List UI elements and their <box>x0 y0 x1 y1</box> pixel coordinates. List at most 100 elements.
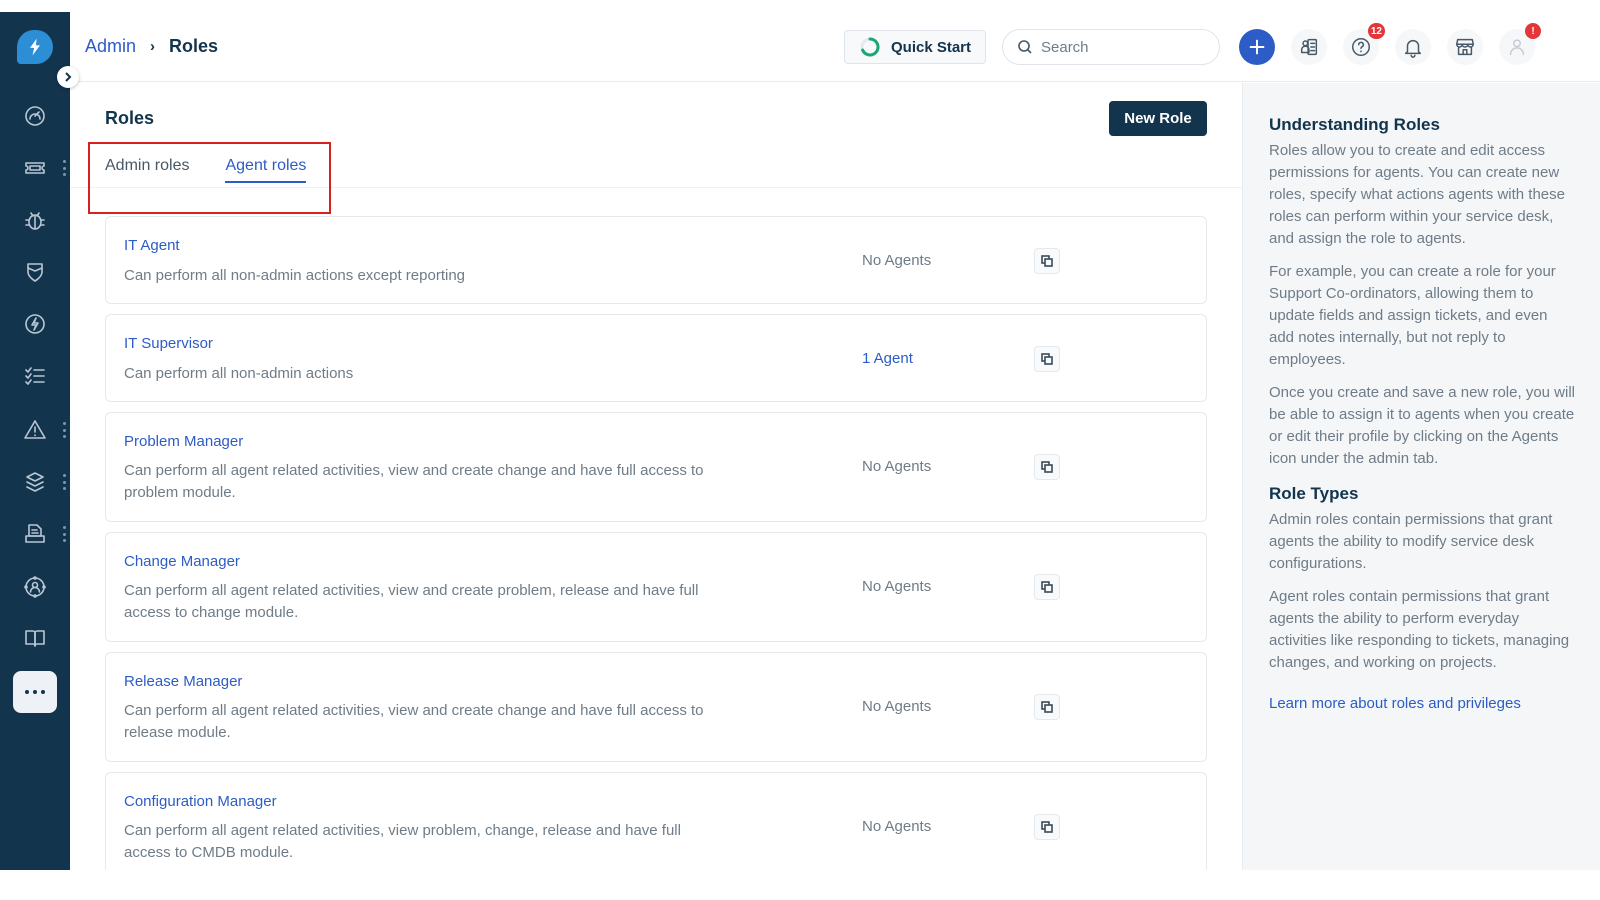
copy-icon <box>1041 821 1053 833</box>
more-apps-button[interactable] <box>13 671 57 713</box>
quick-start-button[interactable]: Quick Start <box>844 30 986 64</box>
sidebar-item-tickets[interactable] <box>0 148 70 188</box>
sidebar-item-people[interactable] <box>0 567 70 607</box>
more-options-icon[interactable] <box>63 160 66 176</box>
tab-agent-roles[interactable]: Agent roles <box>225 157 307 183</box>
role-card: IT Agent Can perform all non-admin actio… <box>105 216 1207 304</box>
dashboard-icon <box>25 106 45 126</box>
roles-main: Roles New Role Admin roles Agent roles I… <box>70 83 1242 870</box>
bell-icon <box>1404 39 1422 58</box>
sidebar-item-assets[interactable] <box>0 462 70 502</box>
contact-list-icon <box>1300 38 1318 56</box>
profile-avatar[interactable]: ! <box>1499 23 1541 65</box>
role-name-link[interactable]: Release Manager <box>124 673 242 690</box>
problems-icon <box>25 212 45 230</box>
role-description: Can perform all agent related activities… <box>124 462 704 501</box>
role-name-link[interactable]: Problem Manager <box>124 433 243 450</box>
clone-role-button[interactable] <box>1034 814 1060 840</box>
copy-icon <box>1041 461 1053 473</box>
quick-start-label: Quick Start <box>890 38 972 56</box>
role-card: Problem Manager Can perform all agent re… <box>105 412 1207 522</box>
search-input[interactable] <box>1041 38 1201 56</box>
user-icon <box>1509 39 1525 56</box>
learn-more-link[interactable]: Learn more about roles and privileges <box>1269 695 1521 712</box>
breadcrumb-admin-link[interactable]: Admin <box>85 36 136 57</box>
more-options-icon[interactable] <box>63 526 66 542</box>
help-notification-badge: 12 <box>1367 23 1385 39</box>
clone-role-button[interactable] <box>1034 694 1060 720</box>
marketplace-button[interactable] <box>1447 29 1483 65</box>
store-icon <box>1456 38 1474 56</box>
alerts-icon <box>24 420 46 439</box>
new-item-button[interactable] <box>1239 29 1275 65</box>
sidebar-item-solutions[interactable] <box>0 618 70 658</box>
breadcrumb: Admin › Roles <box>85 36 218 57</box>
role-tabs: Admin roles Agent roles <box>105 157 307 183</box>
more-options-icon[interactable] <box>63 474 66 490</box>
role-types-title: Role Types <box>1269 484 1359 503</box>
sidebar-item-changes[interactable] <box>0 252 70 292</box>
new-role-button[interactable]: New Role <box>1109 101 1207 136</box>
tab-admin-roles[interactable]: Admin roles <box>105 157 189 183</box>
role-description: Can perform all non-admin actions <box>124 365 354 382</box>
role-agent-count: No Agents <box>862 252 932 269</box>
tickets-icon <box>25 162 45 174</box>
role-name-link[interactable]: IT Supervisor <box>124 335 213 352</box>
role-agent-count: No Agents <box>862 698 932 715</box>
search-icon <box>1018 40 1032 54</box>
search-box[interactable] <box>1002 29 1220 65</box>
role-card: IT Supervisor Can perform all non-admin … <box>105 314 1207 402</box>
role-agent-count: No Agents <box>862 818 932 835</box>
sidebar-item-tasks[interactable] <box>0 356 70 396</box>
copy-icon <box>1041 581 1053 593</box>
chevron-right-icon <box>65 72 72 82</box>
help-paragraph: Roles allow you to create and edit acces… <box>1269 142 1565 247</box>
role-name-link[interactable]: IT Agent <box>124 237 180 254</box>
releases-icon <box>25 314 45 334</box>
sidebar-expand-button[interactable] <box>57 66 79 88</box>
help-button[interactable]: 12 <box>1343 23 1385 65</box>
sidebar-item-problems[interactable] <box>0 200 70 240</box>
sidebar-item-contracts[interactable] <box>0 514 70 554</box>
assets-icon <box>26 472 44 492</box>
help-panel: Understanding Roles Roles allow you to c… <box>1242 83 1600 870</box>
role-description: Can perform all agent related activities… <box>124 582 699 621</box>
role-card: Release Manager Can perform all agent re… <box>105 652 1207 762</box>
page-title: Roles <box>105 108 155 128</box>
lightning-logo-icon <box>30 38 40 56</box>
role-card: Change Manager Can perform all agent rel… <box>105 532 1207 642</box>
sidebar <box>0 12 70 870</box>
role-description: Can perform all agent related activities… <box>124 702 704 741</box>
role-name-link[interactable]: Change Manager <box>124 553 240 570</box>
role-agent-count-link[interactable]: 1 Agent <box>862 350 913 367</box>
breadcrumb-current: Roles <box>169 36 219 56</box>
clone-role-button[interactable] <box>1034 574 1060 600</box>
role-agent-count: No Agents <box>862 578 932 595</box>
tasks-icon <box>25 367 45 385</box>
changes-icon <box>27 263 43 282</box>
solutions-icon <box>25 630 45 647</box>
top-header: Admin › Roles Quick Start 12 <box>70 12 1600 82</box>
role-description: Can perform all agent related activities… <box>124 822 681 861</box>
agent-directory-button[interactable] <box>1291 29 1327 65</box>
more-options-icon[interactable] <box>63 422 66 438</box>
notifications-button[interactable] <box>1395 29 1431 65</box>
role-agent-count: No Agents <box>862 458 932 475</box>
help-paragraph: For example, you can create a role for y… <box>1269 263 1556 368</box>
breadcrumb-chevron-icon: › <box>150 38 156 55</box>
app-frame: Admin › Roles Quick Start 12 <box>0 12 1600 870</box>
role-description: Can perform all non-admin actions except… <box>124 267 466 284</box>
tabs-divider <box>70 187 1242 188</box>
app-logo[interactable] <box>17 30 53 64</box>
clone-role-button[interactable] <box>1034 454 1060 480</box>
sidebar-item-dashboard[interactable] <box>0 96 70 136</box>
role-name-link[interactable]: Configuration Manager <box>124 793 277 810</box>
sidebar-item-alerts[interactable] <box>0 410 70 450</box>
copy-icon <box>1041 353 1053 365</box>
sidebar-item-releases[interactable] <box>0 304 70 344</box>
people-icon <box>24 576 46 598</box>
role-card: Configuration Manager Can perform all ag… <box>105 772 1207 870</box>
help-paragraph: Admin roles contain permissions that gra… <box>1269 511 1553 572</box>
clone-role-button[interactable] <box>1034 248 1060 274</box>
clone-role-button[interactable] <box>1034 346 1060 372</box>
